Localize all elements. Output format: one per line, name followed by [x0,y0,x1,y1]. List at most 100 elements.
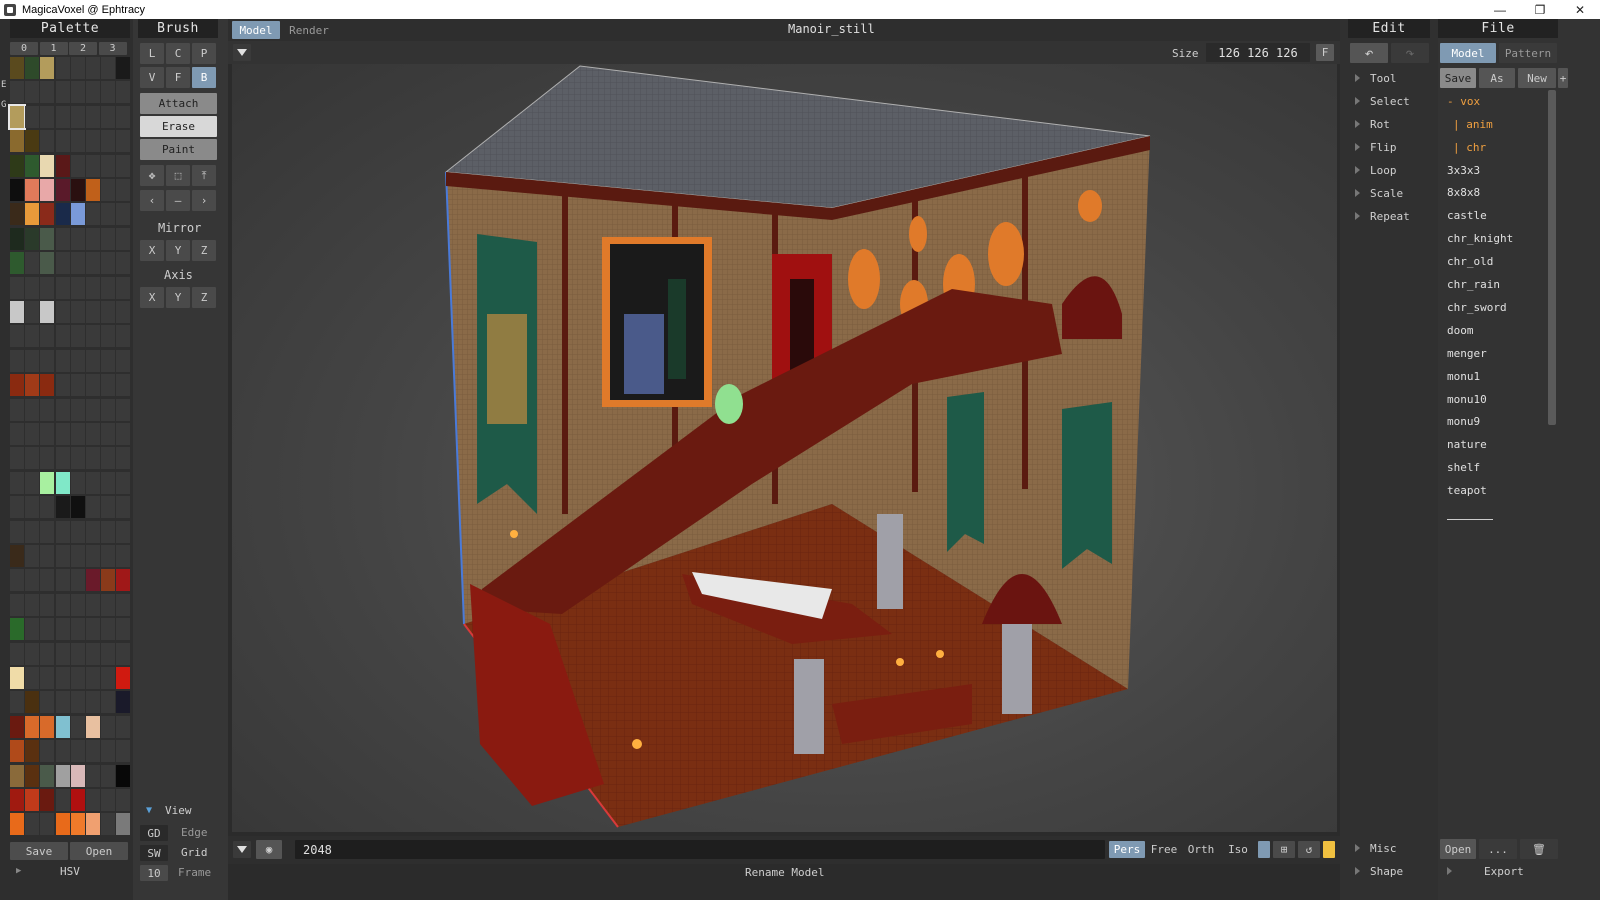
bottom-menu-icon[interactable] [233,841,251,858]
palette-page-2[interactable]: 2 [69,42,97,55]
undo-icon[interactable]: ↶ [1350,43,1388,63]
palette-cell[interactable] [101,179,116,201]
palette-cell[interactable] [10,398,24,421]
palette-cell[interactable] [101,203,116,226]
palette-cell[interactable] [86,593,100,616]
palette-cell[interactable] [40,618,55,641]
palette-cell[interactable] [40,715,55,738]
voxel-scene[interactable] [232,64,1337,832]
palette-page-1[interactable]: 1 [39,42,68,55]
palette-cell[interactable] [25,203,40,226]
palette-cell[interactable] [116,545,131,567]
file-item[interactable]: menger [1447,342,1545,364]
palette-cell[interactable] [40,471,55,494]
palette-cell[interactable] [70,764,85,787]
palette-cell[interactable] [101,81,116,104]
palette-cell[interactable] [40,276,55,299]
palette-cell[interactable] [116,740,131,763]
palette-cell[interactable] [55,764,70,787]
palette-cell[interactable] [70,105,85,128]
palette-cell[interactable] [25,301,40,323]
palette-cell[interactable] [116,301,131,323]
palette-cell[interactable] [25,252,40,275]
palette-cell[interactable] [10,423,24,445]
file-item[interactable]: monu9 [1447,411,1545,433]
hsv-label[interactable]: HSV [60,865,80,878]
axis-z-button[interactable]: Z [192,287,216,308]
redo-icon[interactable]: ↷ [1391,43,1429,63]
palette-cell[interactable] [10,569,24,592]
palette-cell[interactable] [55,252,70,275]
view-frame-label[interactable]: Frame [178,866,211,879]
palette-cell[interactable] [116,130,131,153]
palette-cell[interactable] [116,276,131,299]
palette-cell[interactable] [86,691,100,714]
palette-cell[interactable] [55,374,70,397]
brush-b-button[interactable]: B [192,67,216,88]
palette-cell[interactable] [101,349,116,372]
palette-cell[interactable] [55,105,70,128]
hsv-arrow-icon[interactable]: ▶ [16,866,21,876]
palette-cell[interactable] [10,740,24,763]
palette-cell[interactable] [116,691,131,714]
palette-cell[interactable] [10,203,24,226]
brush-l-button[interactable]: L [140,43,164,64]
palette-cell[interactable] [70,813,85,836]
palette-cell[interactable] [70,740,85,763]
palette-cell[interactable] [86,81,100,104]
palette-cell[interactable] [25,496,40,519]
projection-orth[interactable]: Orth [1183,841,1219,858]
file-add-button[interactable]: + [1558,68,1568,88]
palette-cell[interactable] [116,203,131,226]
palette-cell[interactable] [116,715,131,738]
palette-cell[interactable] [40,423,55,445]
view-grid-label[interactable]: Grid [181,846,208,859]
palette-cell[interactable] [25,691,40,714]
palette-cell[interactable] [70,691,85,714]
file-item[interactable]: teapot [1447,480,1545,502]
palette-cell[interactable] [86,423,100,445]
palette-cell[interactable] [40,374,55,397]
palette-cell[interactable] [70,398,85,421]
palette-cell[interactable] [10,691,24,714]
palette-cell[interactable] [55,227,70,250]
palette-cell[interactable] [25,154,40,177]
file-more-button[interactable]: ... [1479,839,1517,859]
palette-cell[interactable] [116,593,131,616]
folder-vox[interactable]: - vox [1447,90,1545,112]
edit-item-repeat[interactable]: Repeat [1355,205,1435,227]
palette-cell[interactable] [10,813,24,836]
palette-cell[interactable] [10,252,24,275]
palette-cell[interactable] [40,447,55,470]
file-item[interactable]: chr_sword [1447,296,1545,318]
select-box-icon[interactable]: ⬚ [166,165,190,186]
palette-cell[interactable] [55,203,70,226]
palette-cell[interactable] [70,179,85,201]
edit-item-scale[interactable]: Scale [1355,182,1435,204]
file-item[interactable]: chr_rain [1447,274,1545,296]
size-input[interactable]: 126 126 126 [1206,43,1310,62]
palette-cell[interactable] [70,276,85,299]
minimize-button[interactable]: — [1480,0,1520,19]
palette-cell[interactable] [101,569,116,592]
palette-cell[interactable] [86,447,100,470]
edit-item-tool[interactable]: Tool [1355,67,1435,89]
palette-cell[interactable] [116,764,131,787]
palette-cell[interactable] [101,130,116,153]
palette-cell[interactable] [40,740,55,763]
palette-cell[interactable] [116,618,131,641]
palette-cell[interactable] [40,545,55,567]
palette-cell[interactable] [86,642,100,665]
palette-cell[interactable] [116,105,131,128]
palette-cell[interactable] [70,593,85,616]
file-item[interactable]: castle [1447,205,1545,227]
palette-cell[interactable] [116,423,131,445]
palette-cell[interactable] [116,569,131,592]
palette-cell[interactable] [86,252,100,275]
palette-cell[interactable] [10,130,24,153]
palette-cell[interactable] [25,715,40,738]
palette-cell[interactable] [55,740,70,763]
palette-cell[interactable] [25,423,40,445]
palette-cell[interactable] [10,789,24,811]
palette-cell[interactable] [55,81,70,104]
